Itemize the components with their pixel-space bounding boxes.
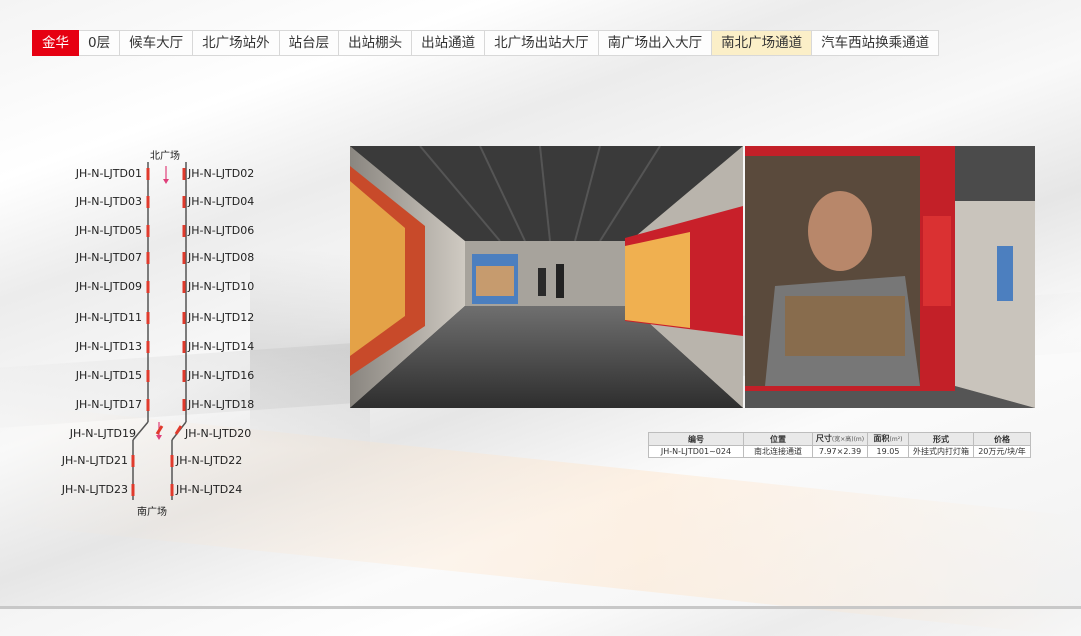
south-arrow-head — [156, 435, 162, 440]
tab-waiting-hall[interactable]: 候车大厅 — [120, 30, 194, 56]
north-arrow-head — [163, 179, 169, 184]
table-row: JH-N-LJTD01~024 南北连接通道 7.97×2.39 19.05 外… — [648, 445, 1031, 458]
tab-floor-0[interactable]: 0层 — [79, 30, 121, 56]
tab-north-exit-hall[interactable]: 北广场出站大厅 — [485, 30, 599, 56]
billboard-label: JH-N-LJTD08 — [188, 251, 255, 264]
cell-code: JH-N-LJTD01~024 — [648, 445, 744, 458]
billboard-label: JH-N-LJTD05 — [75, 224, 142, 237]
cell-location: 南北连接通道 — [743, 445, 813, 458]
header-area: 面积(m²) — [867, 432, 909, 446]
billboard-label: JH-N-LJTD24 — [176, 483, 243, 496]
tab-exit-passage[interactable]: 出站通道 — [412, 30, 486, 56]
south-square-label: 南广场 — [137, 507, 167, 518]
north-square-label: 北广场 — [150, 151, 180, 162]
tab-platform-floor[interactable]: 站台层 — [279, 30, 340, 56]
header-price: 价格 — [973, 432, 1031, 446]
header-size: 尺寸(宽×高)(m) — [812, 432, 868, 446]
cell-size: 7.97×2.39 — [812, 445, 868, 458]
billboard-label: JH-N-LJTD09 — [75, 280, 142, 293]
billboard-label: JH-N-LJTD02 — [188, 167, 255, 180]
billboard-label: JH-N-LJTD23 — [61, 483, 128, 496]
cell-area: 19.05 — [867, 445, 909, 458]
billboard-label: JH-N-LJTD13 — [75, 340, 142, 353]
billboard-label: JH-N-LJTD22 — [176, 454, 243, 467]
billboard-label: JH-N-LJTD14 — [188, 340, 255, 353]
billboard-label: JH-N-LJTD17 — [75, 398, 142, 411]
billboard-label: JH-N-LJTD01 — [75, 167, 142, 180]
billboard-label: JH-N-LJTD11 — [75, 311, 142, 324]
cell-form: 外挂式内打灯箱 — [908, 445, 974, 458]
billboard-info-table: 编号 位置 尺寸(宽×高)(m) 面积(m²) 形式 价格 JH-N-LJTD0… — [648, 432, 1031, 458]
header-code: 编号 — [648, 432, 744, 446]
billboard-label: JH-N-LJTD06 — [188, 224, 255, 237]
tab-north-south-passage[interactable]: 南北广场通道 — [712, 30, 813, 56]
tab-jinhua[interactable]: 金华 — [32, 30, 79, 56]
passage-photo-2 — [745, 146, 1035, 408]
tab-bus-west-transfer[interactable]: 汽车西站换乘通道 — [812, 30, 940, 56]
billboard-label: JH-N-LJTD15 — [75, 369, 142, 382]
billboard-label: JH-N-LJTD19 — [69, 427, 136, 440]
billboard-mark-right — [174, 425, 183, 435]
tab-north-square-outside[interactable]: 北广场站外 — [193, 30, 280, 56]
location-tabs: 金华 0层 候车大厅 北广场站外 站台层 出站棚头 出站通道 北广场出站大厅 南… — [32, 30, 940, 56]
billboard-label: JH-N-LJTD21 — [61, 454, 128, 467]
billboard-label: JH-N-LJTD20 — [185, 427, 252, 440]
table-header-row: 编号 位置 尺寸(宽×高)(m) 面积(m²) 形式 价格 — [648, 432, 1031, 446]
billboard-label: JH-N-LJTD07 — [75, 251, 142, 264]
passage-layout-diagram: 北广场 南广场 JH-N-LJTD01 JH-N-LJTD03 JH-N-LJTD0… — [40, 140, 300, 520]
billboard-label: JH-N-LJTD16 — [188, 369, 255, 382]
header-form: 形式 — [908, 432, 974, 446]
passage-photo-1 — [350, 146, 743, 408]
billboard-label: JH-N-LJTD18 — [188, 398, 255, 411]
billboard-mark-left — [155, 425, 164, 435]
header-location: 位置 — [743, 432, 813, 446]
tab-exit-canopy[interactable]: 出站棚头 — [339, 30, 413, 56]
tab-south-entrance-hall[interactable]: 南广场出入大厅 — [598, 30, 713, 56]
cell-price: 20万元/块/年 — [973, 445, 1031, 458]
billboard-label: JH-N-LJTD04 — [188, 195, 255, 208]
billboard-label: JH-N-LJTD10 — [188, 280, 255, 293]
billboard-label: JH-N-LJTD03 — [75, 195, 142, 208]
billboard-label: JH-N-LJTD12 — [188, 311, 255, 324]
